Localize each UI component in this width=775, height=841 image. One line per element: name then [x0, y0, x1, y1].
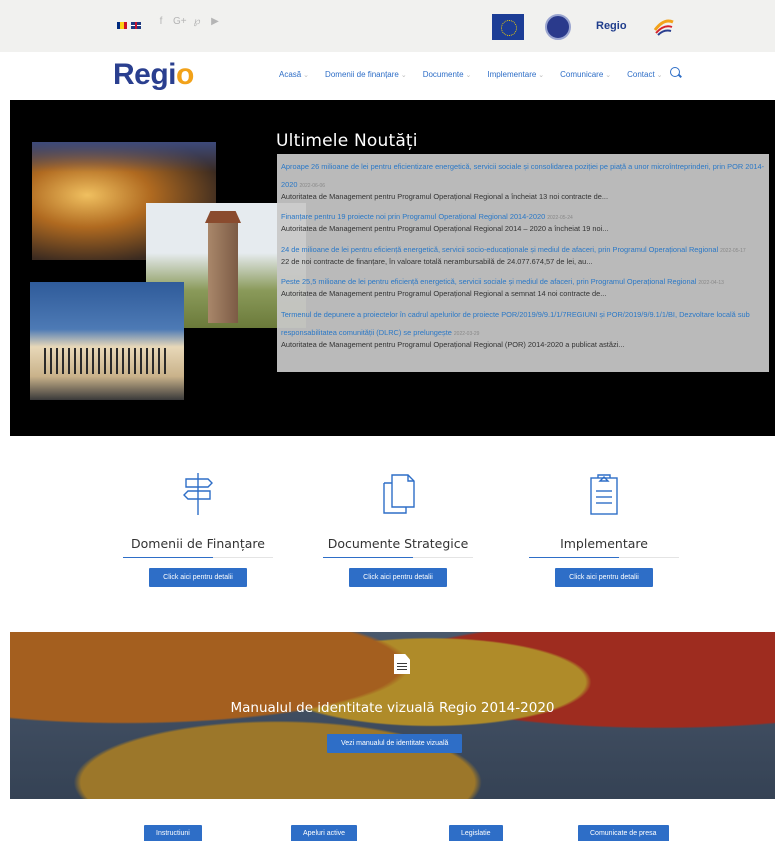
- news-link[interactable]: 24 de milioane de lei pentru eficiență e…: [281, 245, 718, 254]
- view-manual-button[interactable]: Vezi manualul de identitate vizuală: [327, 734, 463, 753]
- news-list: Aproape 26 milioane de lei pentru eficie…: [277, 154, 769, 372]
- feature-divider: [529, 557, 679, 558]
- news-section-title: Ultimele Noutăți: [276, 131, 418, 151]
- nav-item-implementare[interactable]: Implementare: [487, 70, 544, 79]
- english-flag-icon[interactable]: [131, 22, 141, 29]
- news-link[interactable]: Termenul de depunere a proiectelor în ca…: [281, 310, 750, 337]
- nav-item-comunicare[interactable]: Comunicare: [560, 70, 611, 79]
- news-link[interactable]: Aproape 26 milioane de lei pentru eficie…: [281, 162, 764, 189]
- pinterest-icon[interactable]: ℘: [191, 16, 203, 27]
- details-button[interactable]: Click aici pentru detalii: [149, 568, 247, 587]
- signpost-icon: [183, 473, 213, 515]
- news-hero: Ultimele Noutăți Aproape 26 milioane de …: [10, 100, 775, 436]
- feature-documente: Documente Strategice Click aici pentru d…: [318, 471, 478, 587]
- news-excerpt: Autoritatea de Management pentru Program…: [281, 339, 625, 349]
- document-icon: [394, 654, 410, 674]
- instructiuni-button[interactable]: Instructiuni: [144, 825, 202, 841]
- program-logo[interactable]: [652, 14, 676, 38]
- quick-links: Instructiuni Apeluri active Legislatie C…: [0, 825, 775, 841]
- tower-shape: [208, 219, 238, 323]
- news-excerpt: Autoritatea de Management pentru Program…: [281, 192, 609, 201]
- news-excerpt: 22 de noi contracte de finanțare, în val…: [281, 256, 593, 266]
- news-link[interactable]: Finanțare pentru 19 proiecte noi prin Pr…: [281, 212, 545, 221]
- news-date: 2022-06-06: [299, 183, 326, 189]
- facebook-icon[interactable]: f: [155, 16, 167, 27]
- news-excerpt: Autoritatea de Management pentru Program…: [281, 224, 609, 234]
- top-utility-bar: f G+ ℘ ▶ Regio: [0, 0, 775, 52]
- comunicate-de-presa-button[interactable]: Comunicate de presa: [578, 825, 669, 841]
- photo-palace: [30, 282, 184, 400]
- apeluri-active-button[interactable]: Apeluri active: [291, 825, 358, 841]
- eu-flag-logo[interactable]: [492, 14, 524, 40]
- feature-title: Implementare: [560, 536, 648, 551]
- feature-title: Domenii de Finanțare: [131, 536, 265, 551]
- news-excerpt: Autoritatea de Management pentru Program…: [281, 289, 607, 299]
- brand-accent-letter: o: [176, 58, 194, 91]
- legislatie-button[interactable]: Legislatie: [449, 825, 503, 841]
- youtube-icon[interactable]: ▶: [209, 16, 221, 27]
- language-switcher: [117, 22, 141, 29]
- list-item: 24 de milioane de lei pentru eficiență e…: [281, 239, 765, 266]
- list-item: Finanțare pentru 19 proiecte noi prin Pr…: [281, 206, 765, 233]
- regio-partner-logo[interactable]: Regio: [596, 20, 627, 32]
- documents-icon: [383, 474, 415, 514]
- social-links: f G+ ℘ ▶: [155, 16, 221, 27]
- brand-text: Regi: [113, 58, 177, 91]
- feature-title: Documente Strategice: [327, 536, 469, 551]
- google-plus-icon[interactable]: G+: [173, 16, 187, 27]
- feature-divider: [123, 557, 273, 558]
- list-item: Aproape 26 milioane de lei pentru eficie…: [281, 156, 765, 201]
- details-button[interactable]: Click aici pentru detalii: [349, 568, 447, 587]
- news-date: 2022-05-17: [720, 247, 746, 254]
- list-item: Peste 25,5 milioane de lei pentru eficie…: [281, 271, 765, 298]
- search-icon[interactable]: [670, 67, 680, 77]
- news-date: 2022-04-13: [698, 280, 724, 287]
- nav-item-domenii[interactable]: Domenii de finanțare: [325, 70, 407, 79]
- identity-manual-banner: Manualul de identitate vizuală Regio 201…: [10, 632, 775, 799]
- list-item: Termenul de depunere a proiectelor în ca…: [281, 304, 765, 349]
- feature-domenii: Domenii de Finanțare Click aici pentru d…: [118, 471, 278, 587]
- news-link[interactable]: Peste 25,5 milioane de lei pentru eficie…: [281, 277, 696, 286]
- romanian-flag-icon[interactable]: [117, 22, 127, 29]
- feature-implementare: Implementare Click aici pentru detalii: [524, 471, 684, 587]
- nav-item-documente[interactable]: Documente: [423, 70, 472, 79]
- regio-logo[interactable]: Regio: [113, 58, 194, 92]
- nav-item-contact[interactable]: Contact: [627, 70, 662, 79]
- news-date: 2022-05-24: [547, 215, 573, 222]
- clipboard-icon: [590, 474, 618, 515]
- government-seal-logo[interactable]: [545, 14, 571, 40]
- feature-divider: [323, 557, 473, 558]
- details-button[interactable]: Click aici pentru detalii: [555, 568, 653, 587]
- nav-item-acasa[interactable]: Acasă: [279, 70, 309, 79]
- main-menu: Acasă Domenii de finanțare Documente Imp…: [279, 70, 663, 79]
- banner-title: Manualul de identitate vizuală Regio 201…: [230, 700, 555, 716]
- news-date: 2022-03-29: [453, 330, 480, 337]
- main-navbar: Regio Acasă Domenii de finanțare Documen…: [0, 52, 775, 100]
